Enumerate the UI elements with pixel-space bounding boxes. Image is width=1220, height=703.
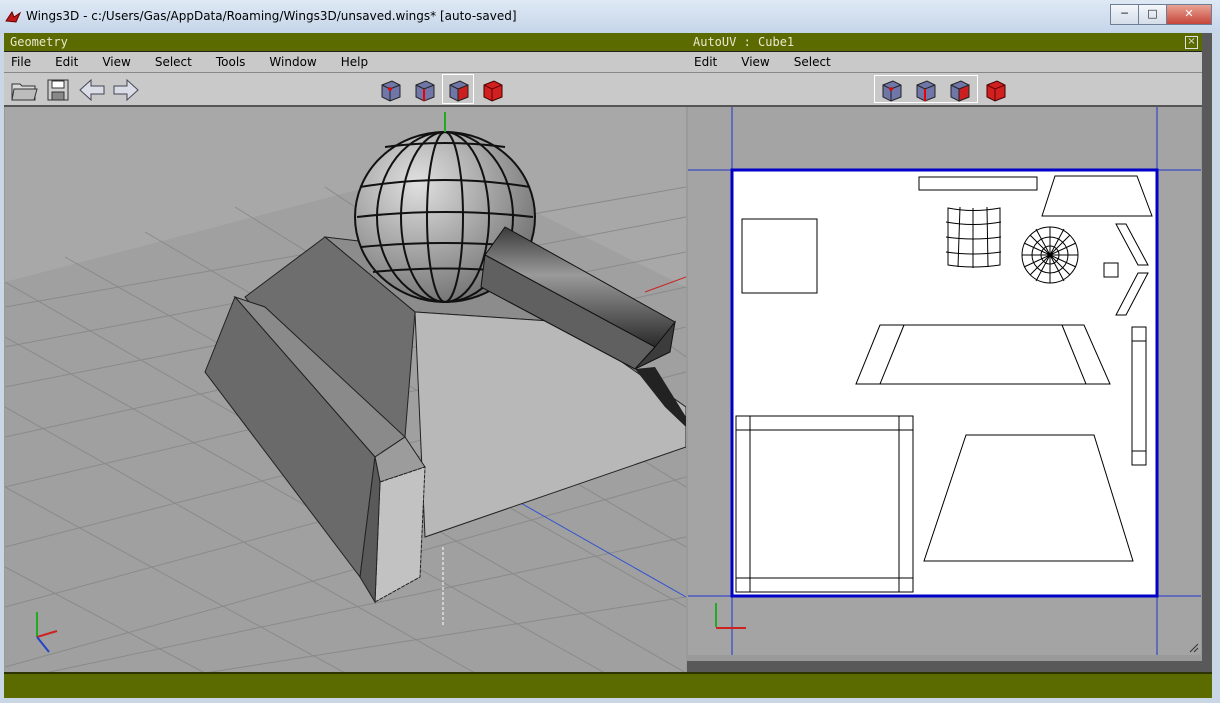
undo-arrow-icon[interactable] xyxy=(78,77,106,103)
autouv-window: AutoUV : Cube1 × Edit View Select xyxy=(687,33,1202,661)
menu-view[interactable]: View xyxy=(95,52,137,72)
uv-edge-select-icon[interactable] xyxy=(911,77,939,103)
uv-texture-area xyxy=(730,168,1159,598)
menu-file[interactable]: File xyxy=(4,52,38,72)
maximize-button[interactable]: □ xyxy=(1138,4,1167,25)
window-title: Wings3D - c:/Users/Gas/AppData/Roaming/W… xyxy=(26,9,517,23)
geometry-window-title[interactable]: Geometry xyxy=(4,33,687,52)
open-folder-icon[interactable] xyxy=(10,77,38,103)
uv-viewport[interactable] xyxy=(688,107,1201,655)
scene-3d[interactable] xyxy=(5,107,686,673)
window-titlebar[interactable]: Wings3D - c:/Users/Gas/AppData/Roaming/W… xyxy=(0,0,1220,33)
wings3d-app-icon xyxy=(5,10,21,23)
geometry-window: Geometry File Edit View Select Tools Win… xyxy=(4,33,687,673)
menu-select[interactable]: Select xyxy=(148,52,199,72)
window-controls: ─ □ ✕ xyxy=(1110,4,1212,25)
minimize-button[interactable]: ─ xyxy=(1110,4,1139,25)
edge-select-icon[interactable] xyxy=(410,77,438,103)
autouv-window-title[interactable]: AutoUV : Cube1 xyxy=(687,33,1202,52)
uv-object-select-icon[interactable] xyxy=(981,77,1009,103)
app-frame: Geometry File Edit View Select Tools Win… xyxy=(4,33,1212,698)
resize-grip-icon[interactable] xyxy=(1189,643,1199,653)
menu-edit[interactable]: Edit xyxy=(48,52,85,72)
autouv-toolbar xyxy=(687,73,1202,107)
menu-tools[interactable]: Tools xyxy=(209,52,253,72)
uv-canvas[interactable] xyxy=(688,107,1201,655)
geometry-menubar: File Edit View Select Tools Window Help xyxy=(4,52,687,73)
face-select-icon[interactable] xyxy=(444,77,472,103)
object-select-icon[interactable] xyxy=(478,77,506,103)
status-bar xyxy=(4,672,1212,698)
geometry-viewport[interactable] xyxy=(5,107,686,673)
menu-help[interactable]: Help xyxy=(334,52,375,72)
uv-menu-edit[interactable]: Edit xyxy=(687,52,724,72)
redo-arrow-icon[interactable] xyxy=(112,77,140,103)
autouv-menubar: Edit View Select xyxy=(687,52,1202,73)
vertex-select-icon[interactable] xyxy=(376,77,404,103)
close-button[interactable]: ✕ xyxy=(1166,4,1212,25)
geometry-toolbar xyxy=(4,73,687,107)
menu-window[interactable]: Window xyxy=(262,52,323,72)
uv-face-select-icon[interactable] xyxy=(945,77,973,103)
uv-vertex-select-icon[interactable] xyxy=(877,77,905,103)
uv-menu-view[interactable]: View xyxy=(734,52,776,72)
save-disk-icon[interactable] xyxy=(44,77,72,103)
uv-menu-select[interactable]: Select xyxy=(787,52,838,72)
autouv-close-button[interactable]: × xyxy=(1185,36,1198,49)
